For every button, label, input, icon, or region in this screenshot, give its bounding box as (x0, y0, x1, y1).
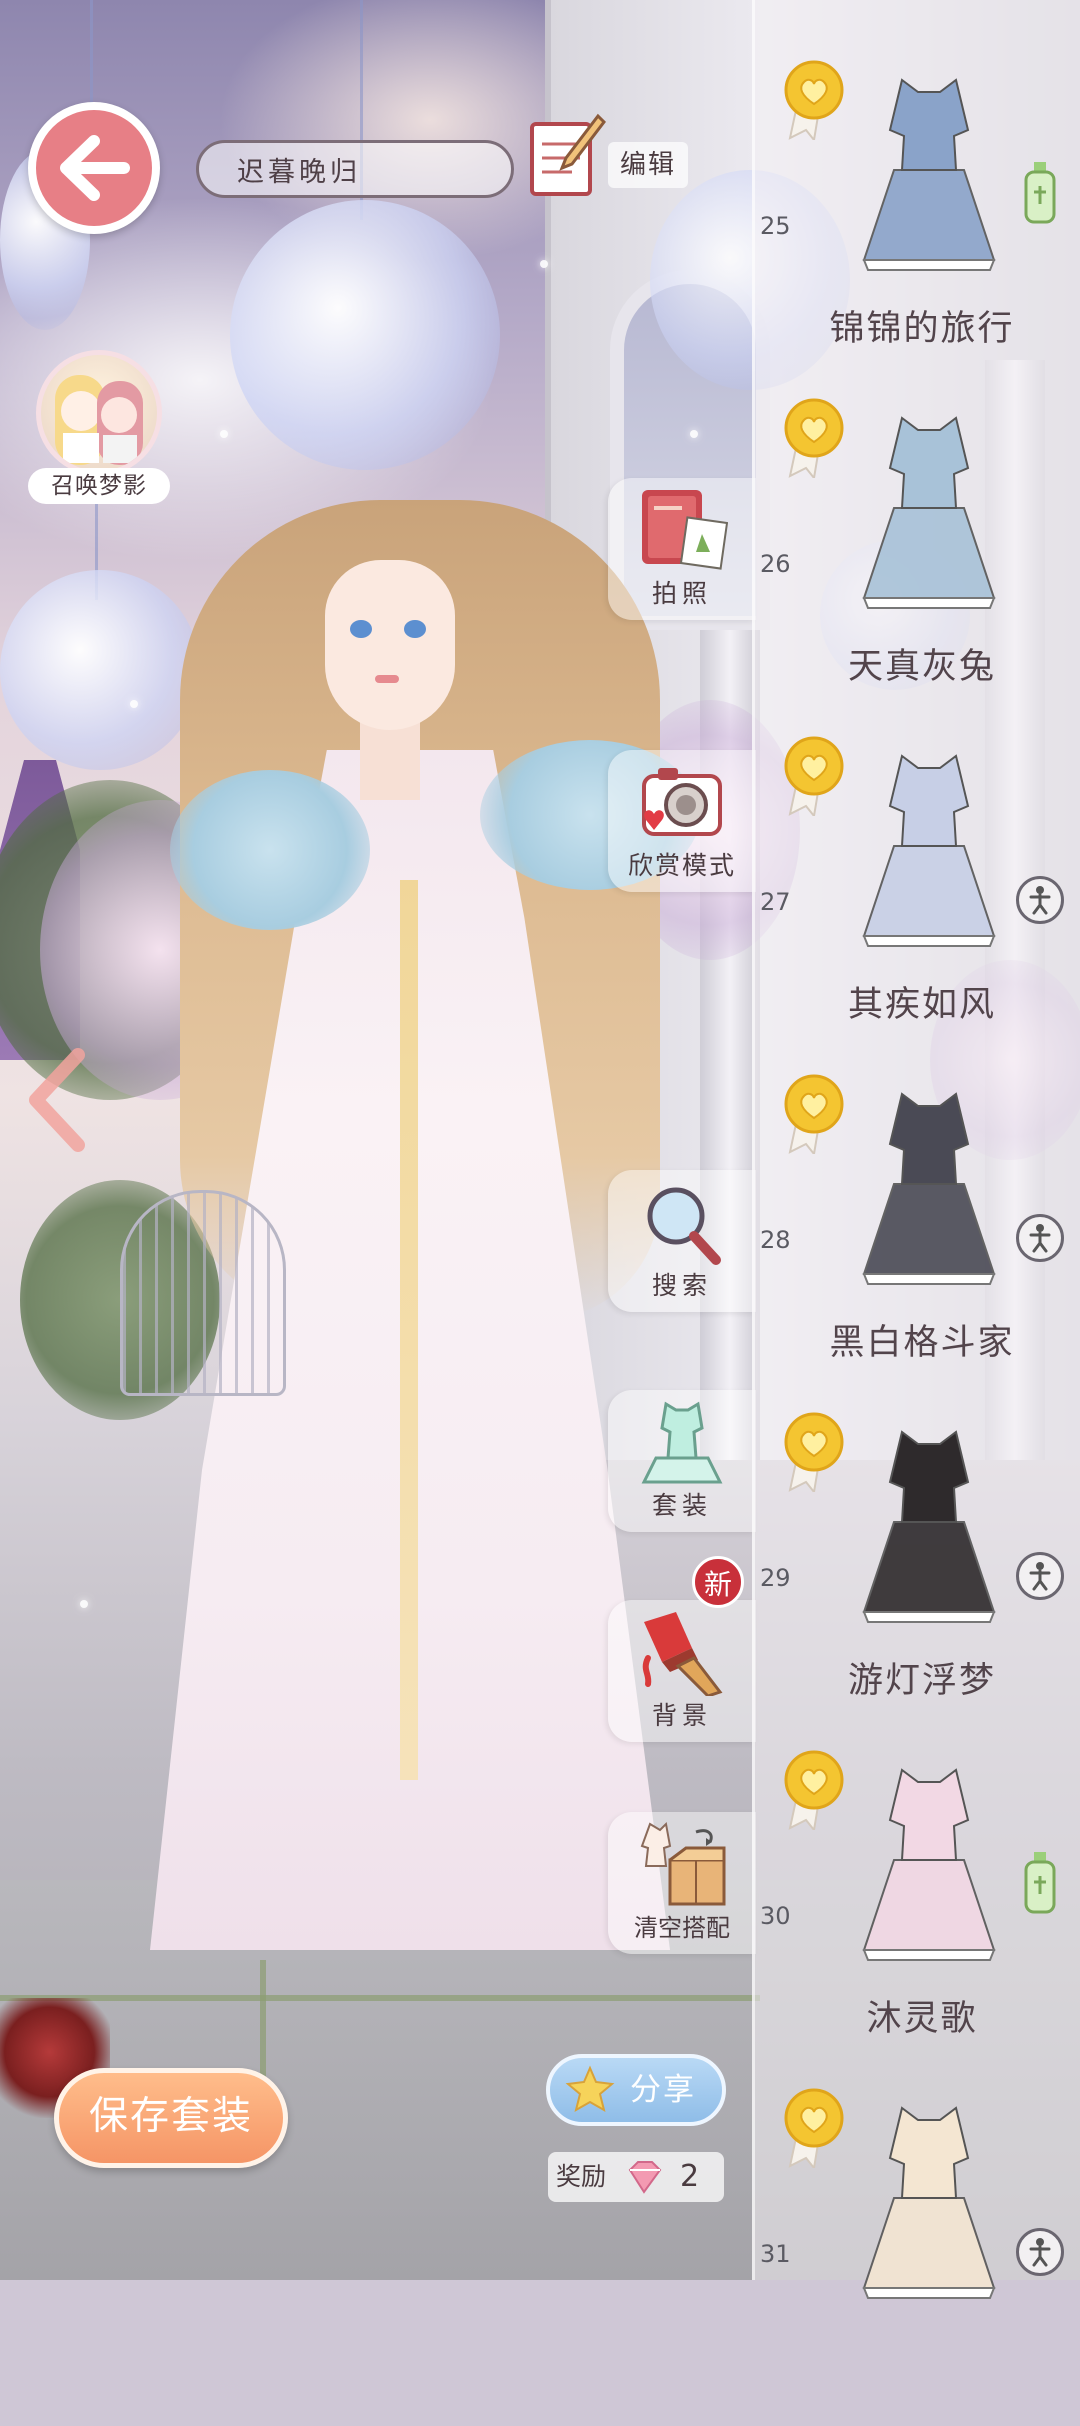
flower-orb (230, 200, 500, 470)
gold-heart-medal-icon (784, 398, 844, 478)
pink-gem-icon (628, 2161, 662, 2194)
outfit-thumbnail (862, 416, 996, 609)
search-label: 搜索 (651, 1271, 712, 1300)
gold-heart-medal-icon (784, 1412, 844, 1492)
star-icon (565, 2065, 615, 2113)
photo-button[interactable]: 拍照 (608, 478, 756, 620)
share-label: 分享 (630, 2072, 696, 2108)
outfit-thumbnail (862, 2106, 996, 2299)
reward-count: 2 (680, 2159, 700, 2194)
photo-album-icon (642, 490, 728, 570)
save-outfit-button[interactable]: 保存套装 (54, 2068, 288, 2168)
clear-outfit-label: 清空搭配 (634, 1914, 730, 1942)
pose-action-icon[interactable] (1016, 1214, 1064, 1262)
suit-item[interactable]: 29 游灯浮梦 (752, 1412, 1080, 1750)
suit-number: 31 (760, 2240, 791, 2268)
summon-label: 召唤梦影 (28, 468, 170, 504)
outfit-thumbnail (862, 1768, 996, 1961)
pose-action-icon[interactable] (1016, 1552, 1064, 1600)
edit-name-button[interactable]: 编辑 (528, 110, 688, 202)
birdcage (120, 1190, 286, 1396)
appreciate-mode-label: 欣赏模式 (627, 851, 736, 880)
suit-name: 游灯浮梦 (847, 1661, 996, 1701)
pose-action-icon[interactable] (1016, 876, 1064, 924)
back-button[interactable] (28, 102, 160, 234)
suit-item[interactable]: 25 锦锦的旅行 (752, 60, 1080, 398)
outfit-set-button[interactable]: 套装 (608, 1390, 756, 1532)
arrow-left-icon (60, 135, 130, 201)
background-button[interactable]: 背景 (608, 1600, 756, 1742)
chevron-left-icon (29, 1048, 85, 1152)
outfit-set-label: 套装 (651, 1491, 712, 1520)
gold-heart-medal-icon (784, 60, 844, 140)
bottle-icon (1024, 162, 1056, 224)
suit-item[interactable]: 26 天真灰兔 (752, 398, 1080, 736)
gold-heart-medal-icon (784, 736, 844, 816)
share-reward: 奖励 2 (548, 2152, 724, 2202)
suit-item[interactable]: 30 沐灵歌 (752, 1750, 1080, 2088)
gold-heart-medal-icon (784, 1750, 844, 1830)
outfit-thumbnail (862, 754, 996, 947)
edit-label: 编辑 (608, 142, 688, 188)
suit-name: 沐灵歌 (866, 1999, 978, 2039)
pose-action-icon[interactable] (1016, 2228, 1064, 2276)
clear-outfit-icon (640, 1821, 726, 1906)
suit-number: 27 (760, 888, 791, 916)
suit-number: 26 (760, 550, 791, 578)
outfit-thumbnail (862, 1092, 996, 1285)
suit-item[interactable]: 31 (752, 2088, 1080, 2426)
gold-sash (400, 880, 418, 1780)
outfit-set-icon (641, 1401, 723, 1484)
camera-icon (642, 768, 722, 836)
dream-shadow-avatar (36, 350, 162, 476)
suit-name: 天真灰兔 (847, 647, 996, 687)
photo-label: 拍照 (651, 579, 712, 608)
bottle-icon (1024, 1852, 1056, 1914)
magnifier-icon (647, 1187, 721, 1265)
suit-item[interactable]: 28 黑白格斗家 (752, 1074, 1080, 1412)
suit-number: 28 (760, 1226, 791, 1254)
suit-name: 锦锦的旅行 (829, 309, 1015, 349)
appreciate-mode-button[interactable]: 欣赏模式 (608, 750, 756, 892)
paint-brush-icon (642, 1612, 723, 1696)
notepad-pencil-icon (530, 113, 606, 196)
background-label: 背景 (651, 1701, 712, 1730)
outfit-name-field[interactable]: 迟暮晚归 (196, 140, 514, 198)
gold-heart-medal-icon (784, 1074, 844, 1154)
share-button[interactable]: 分享 (546, 2054, 726, 2126)
clear-outfit-button[interactable]: 清空搭配 (608, 1812, 756, 1954)
reward-label: 奖励 (556, 2162, 607, 2191)
suit-name: 其疾如风 (847, 985, 996, 1025)
outfit-thumbnail (862, 78, 996, 271)
suit-number: 29 (760, 1564, 791, 1592)
character-face (325, 560, 455, 730)
summon-dream-shadow-button[interactable]: 召唤梦影 (28, 350, 170, 510)
suit-number: 25 (760, 212, 791, 240)
previous-arrow-button[interactable] (22, 1045, 92, 1155)
search-button[interactable]: 搜索 (608, 1170, 756, 1312)
suit-name: 黑白格斗家 (829, 1323, 1015, 1363)
new-badge: 新 (692, 1556, 744, 1608)
dressed-character (120, 500, 700, 1950)
gold-heart-medal-icon (784, 2088, 844, 2168)
save-outfit-label: 保存套装 (88, 2094, 253, 2139)
suit-item[interactable]: 27 其疾如风 (752, 736, 1080, 1074)
outfit-thumbnail (862, 1430, 996, 1623)
outfit-name-text: 迟暮晚归 (237, 156, 361, 188)
suit-number: 30 (760, 1902, 791, 1930)
